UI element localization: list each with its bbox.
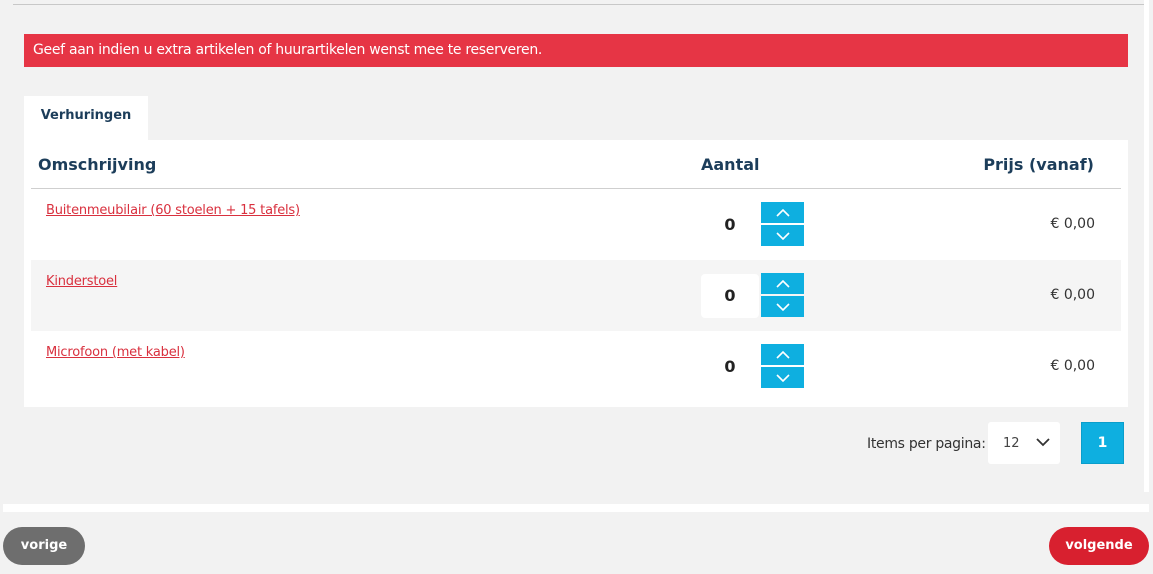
quantity-stepper: [761, 344, 804, 388]
previous-button[interactable]: vorige: [3, 527, 85, 565]
chevron-up-icon: [775, 350, 790, 359]
items-per-page-select[interactable]: 12: [988, 422, 1060, 464]
item-link[interactable]: Microfoon (met kabel): [46, 345, 185, 360]
column-header-price: Prijs (vanaf): [983, 155, 1094, 174]
item-link[interactable]: Kinderstoel: [46, 274, 117, 289]
page-button-current[interactable]: 1: [1081, 422, 1124, 464]
decrement-button[interactable]: [761, 225, 804, 246]
quantity-input[interactable]: 0: [701, 274, 759, 318]
chevron-down-icon: [775, 231, 790, 240]
alert-banner: Geef aan indien u extra artikelen of huu…: [24, 34, 1128, 67]
chevron-down-icon: [775, 302, 790, 311]
chevron-down-icon: [775, 373, 790, 382]
next-button[interactable]: volgende: [1049, 527, 1149, 565]
table-header: Omschrijving Aantal Prijs (vanaf): [31, 140, 1121, 189]
tab-verhuringen[interactable]: Verhuringen: [24, 96, 148, 140]
column-header-quantity: Aantal: [701, 155, 760, 174]
table-row: Microfoon (met kabel) 0 € 0,00: [31, 331, 1121, 402]
chevron-down-icon: [1036, 438, 1050, 447]
items-per-page-value: 12: [1003, 436, 1020, 451]
quantity-stepper: [761, 202, 804, 246]
column-header-description: Omschrijving: [38, 155, 157, 174]
rentals-table: Omschrijving Aantal Prijs (vanaf) Buiten…: [24, 140, 1128, 407]
item-price: € 0,00: [1050, 216, 1095, 232]
item-link[interactable]: Buitenmeubilair (60 stoelen + 15 tafels): [46, 203, 300, 218]
divider: [13, 4, 1144, 5]
item-price: € 0,00: [1050, 358, 1095, 374]
chevron-up-icon: [775, 208, 790, 217]
item-price: € 0,00: [1050, 287, 1095, 303]
quantity-stepper: [761, 273, 804, 317]
increment-button[interactable]: [761, 202, 804, 223]
items-per-page-label: Items per pagina:: [867, 436, 986, 452]
quantity-input[interactable]: 0: [701, 345, 759, 389]
table-row: Kinderstoel 0 € 0,00: [31, 260, 1121, 331]
table-row: Buitenmeubilair (60 stoelen + 15 tafels)…: [31, 189, 1121, 260]
chevron-up-icon: [775, 279, 790, 288]
decrement-button[interactable]: [761, 367, 804, 388]
increment-button[interactable]: [761, 344, 804, 365]
quantity-input[interactable]: 0: [701, 203, 759, 247]
divider: [3, 504, 1149, 512]
increment-button[interactable]: [761, 273, 804, 294]
decrement-button[interactable]: [761, 296, 804, 317]
